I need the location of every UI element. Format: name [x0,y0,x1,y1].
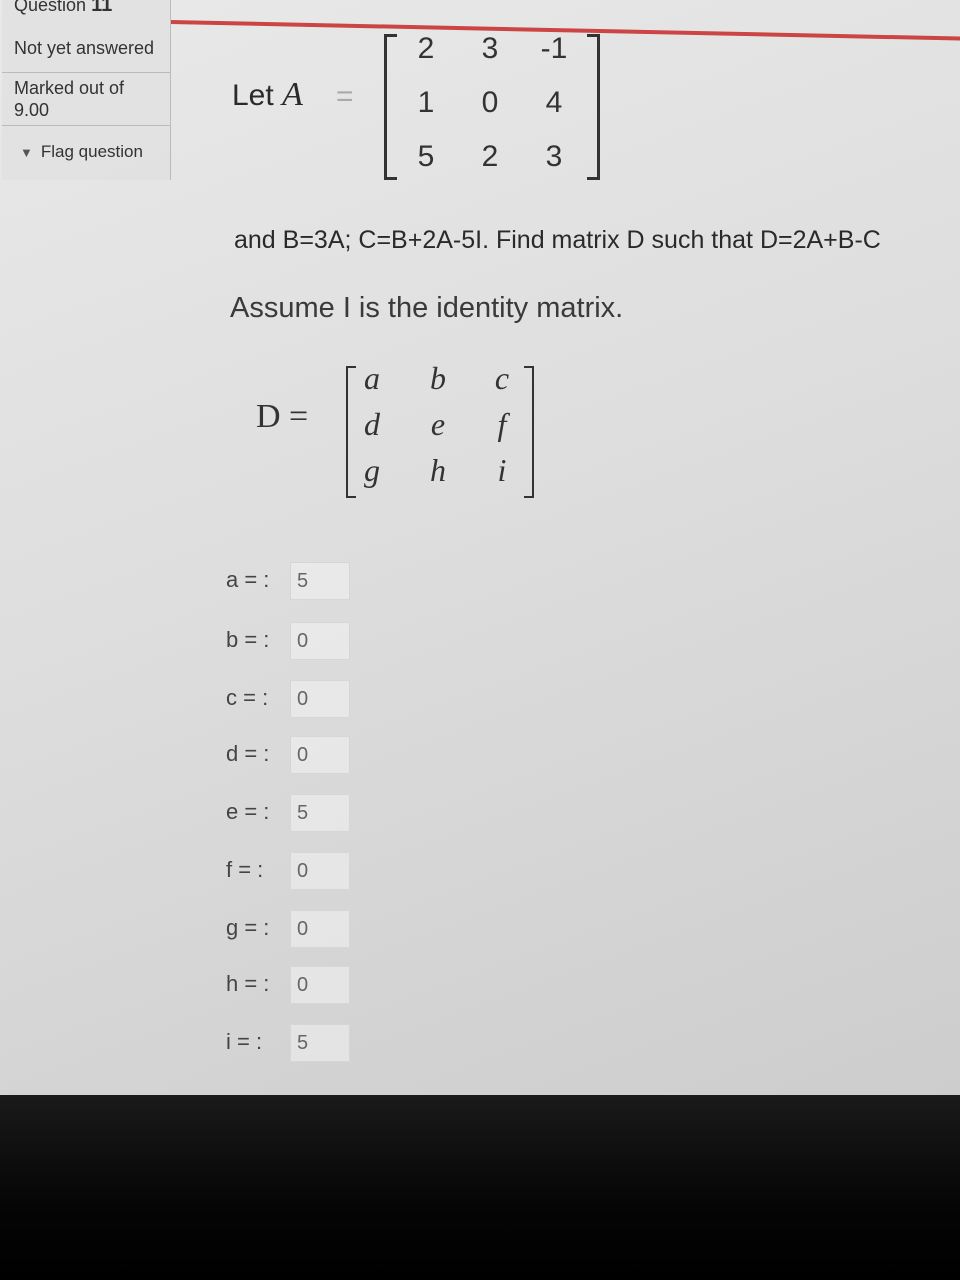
matrix-a-cell: 1 [417,86,435,119]
question-label: Question [14,0,87,15]
matrix-a-cell: 4 [545,86,563,119]
answer-label: a = : [226,566,270,592]
answer-row-f: f = : 0 [226,852,350,890]
problem-statement: and B=3A; C=B+2A-5I. Find matrix D such … [234,226,881,254]
answer-label: c = : [226,684,269,710]
matrix-d-cell: a [364,360,380,396]
matrix-d-cell: g [364,452,380,488]
answer-label: b = : [226,626,270,652]
matrix-d-cell: h [430,452,446,488]
question-number: Question 11 [14,0,112,17]
question-status: Not yet answered [14,38,155,58]
answer-label: h = : [226,970,270,996]
answer-input-d[interactable]: 0 [290,736,350,774]
marked-out-of: Marked out of 9.00 [14,77,124,121]
answer-label: f = : [226,856,264,882]
matrix-d-cell: i [497,452,507,488]
answer-row-c: c = : 0 [226,680,350,718]
answer-row-b: b = : 0 [226,622,350,660]
answer-row-a: a = : 5 [226,562,350,600]
question-number-value: 11 [91,0,113,16]
matrix-a-left-bracket [384,34,397,180]
matrix-d-cell: d [364,406,380,442]
let-text: Let [232,79,274,112]
matrix-a-cell: 5 [417,140,435,173]
flag-icon: ▼ [20,145,33,160]
answer-input-h[interactable]: 0 [290,966,350,1004]
answer-input-e[interactable]: 5 [290,794,350,832]
monitor-bezel [0,1095,960,1280]
matrix-a: 2 3 -1 1 0 4 5 2 3 [384,30,600,182]
assumption-text: Assume I is the identity matrix. [230,292,624,324]
matrix-a-cell: 2 [417,32,435,65]
let-statement: Let A [232,76,303,114]
answer-row-g: g = : 0 [226,910,350,948]
matrix-d-cell: f [497,406,507,442]
answer-label: i = : [226,1028,263,1054]
answer-row-h: h = : 0 [226,966,350,1004]
matrix-a-cell: 0 [481,86,499,119]
matrix-a-name: A [282,76,303,113]
matrix-a-cell: 2 [481,140,499,173]
answer-input-a[interactable]: 5 [290,562,350,600]
answer-input-g[interactable]: 0 [290,910,350,948]
answer-input-b[interactable]: 0 [290,622,350,660]
matrix-d-cell: b [430,360,446,396]
answer-input-f[interactable]: 0 [290,852,350,890]
answer-label: d = : [226,740,270,766]
question-info-panel: Question 11 Not yet answered Marked out … [2,0,171,180]
matrix-d-label: D = [256,398,309,435]
screen: Question 11 Not yet answered Marked out … [0,0,960,1095]
matrix-a-cell: -1 [540,32,568,65]
marked-out-of-label: Marked out of [14,78,125,98]
answer-row-e: e = : 5 [226,794,350,832]
matrix-d-right-bracket [524,366,534,498]
answer-label: e = : [226,798,270,824]
marks-box: Marked out of 9.00 [2,72,170,126]
answer-input-i[interactable]: 5 [290,1024,350,1062]
matrix-d-cell: e [430,406,446,442]
equals-sign: = [336,80,354,113]
answer-row-i: i = : 5 [226,1024,350,1062]
matrix-d-cell: c [494,360,510,396]
matrix-a-cell: 3 [481,32,499,65]
answer-label: g = : [226,914,270,940]
answer-input-c[interactable]: 0 [290,680,350,718]
answer-row-d: d = : 0 [226,736,350,774]
flag-question-label: Flag question [40,142,143,161]
matrix-a-cell: 3 [545,140,563,173]
marked-out-of-value: 9.00 [14,100,50,120]
matrix-a-right-bracket [587,34,600,180]
flag-question-link[interactable]: ▼ Flag question [20,142,143,162]
matrix-d: D = a b c d e f g h i [256,360,546,500]
